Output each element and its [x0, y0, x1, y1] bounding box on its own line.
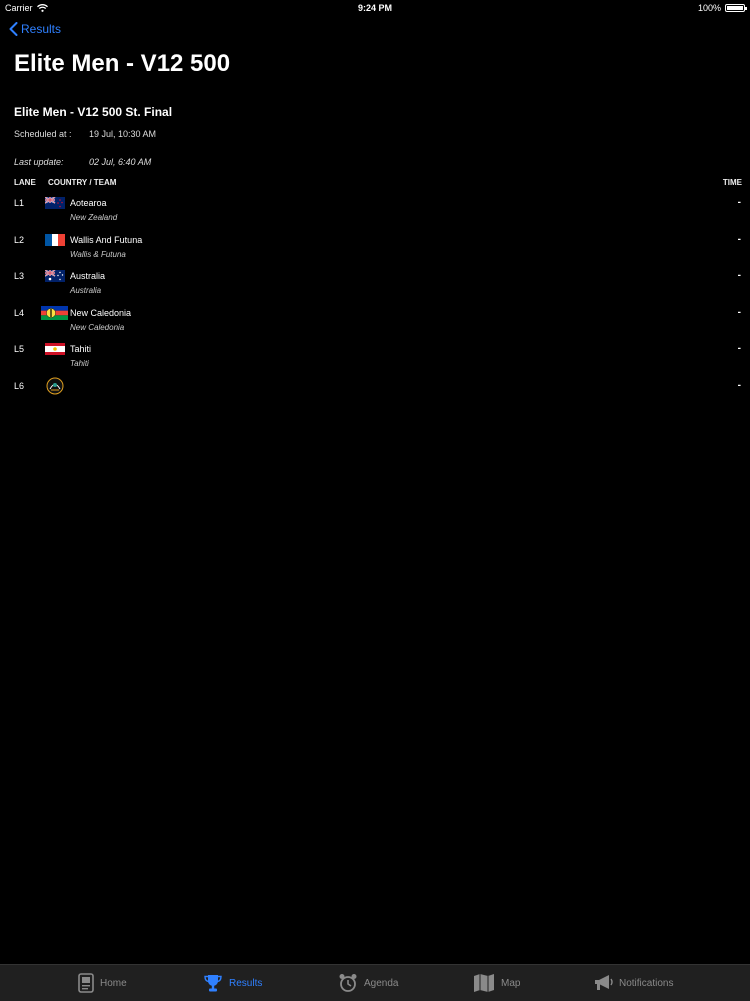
lane-number: L4 — [14, 308, 25, 318]
status-time: 9:24 PM — [357, 3, 392, 13]
time-value: - — [737, 380, 741, 391]
lane-number: L1 — [14, 198, 25, 208]
scheduled-label: Scheduled at : — [14, 129, 72, 139]
time-value: - — [737, 307, 741, 318]
battery-percent: 100% — [697, 3, 721, 13]
lane-number: L2 — [14, 235, 25, 245]
team-name: Wallis And Futuna — [70, 235, 143, 245]
table-row: L6 - — [0, 377, 750, 413]
last-update-row: Last update: 02 Jul, 6:40 AM — [14, 157, 151, 167]
chevron-left-icon — [9, 22, 18, 36]
table-row: L1 Aotearoa New Zealand - — [0, 194, 750, 230]
tab-notifications[interactable]: Notifications — [593, 965, 673, 1001]
table-row: L3 Australia Australia - — [0, 267, 750, 303]
tab-label: Notifications — [619, 977, 674, 989]
tab-results[interactable]: Results — [203, 965, 262, 1001]
tab-label: Results — [229, 977, 263, 989]
new-caledonia-flag — [41, 306, 68, 320]
tab-map[interactable]: Map — [473, 965, 520, 1001]
battery-group: 100% — [697, 3, 747, 13]
table-row: L2 Wallis And Futuna Wallis & Futuna - — [0, 231, 750, 267]
back-button[interactable]: Results — [9, 22, 61, 36]
lane-number: L5 — [14, 344, 25, 354]
home-icon — [78, 973, 94, 993]
status-bar: Carrier 9:24 PM 100% — [0, 0, 750, 16]
tab-label: Agenda — [364, 977, 399, 989]
team-country: Tahiti — [70, 359, 89, 368]
team-country: Wallis & Futuna — [70, 250, 126, 259]
alarm-clock-icon — [339, 974, 357, 992]
last-update-label: Last update: — [14, 157, 64, 167]
tab-home[interactable]: Home — [78, 965, 127, 1001]
new-zealand-flag — [45, 197, 65, 209]
tab-label: Map — [501, 977, 521, 989]
team-country: New Caledonia — [70, 323, 125, 332]
time-value: - — [737, 270, 741, 281]
time-value: - — [737, 343, 741, 354]
tab-agenda[interactable]: Agenda — [338, 965, 398, 1001]
tab-label: Home — [100, 977, 127, 989]
tab-bar: Home Results Agenda Map Notifications — [0, 964, 750, 1001]
time-header: TIME — [722, 178, 742, 187]
team-name: Aotearoa — [70, 198, 107, 208]
megaphone-icon — [595, 975, 613, 990]
team-header: COUNTRY / TEAM — [48, 178, 117, 187]
france-flag — [45, 234, 65, 246]
scheduled-value: 19 Jul, 10:30 AM — [89, 129, 157, 139]
race-title: Elite Men - V12 500 St. Final — [14, 105, 173, 119]
map-icon — [474, 974, 494, 992]
lane-number: L3 — [14, 271, 25, 281]
battery-icon — [725, 4, 747, 12]
australia-flag — [45, 270, 65, 282]
page-title: Elite Men - V12 500 — [14, 50, 231, 77]
team-name: New Caledonia — [70, 308, 132, 318]
tahiti-flag — [45, 343, 65, 355]
back-button-label: Results — [21, 22, 62, 36]
time-value: - — [737, 197, 741, 208]
team-country: New Zealand — [70, 213, 118, 222]
team-emblem-icon — [46, 377, 64, 395]
scheduled-row: Scheduled at : 19 Jul, 10:30 AM — [14, 129, 156, 139]
time-value: - — [737, 234, 741, 245]
table-row: L4 New Caledonia New Caledonia - — [0, 304, 750, 340]
lane-header: LANE — [14, 178, 36, 187]
team-name: Australia — [70, 271, 106, 281]
team-name: Tahiti — [70, 344, 92, 354]
last-update-value: 02 Jul, 6:40 AM — [89, 157, 152, 167]
lane-number: L6 — [14, 381, 25, 391]
table-row: L5 Tahiti Tahiti - — [0, 340, 750, 376]
trophy-icon — [204, 975, 222, 992]
team-country: Australia — [70, 286, 102, 295]
